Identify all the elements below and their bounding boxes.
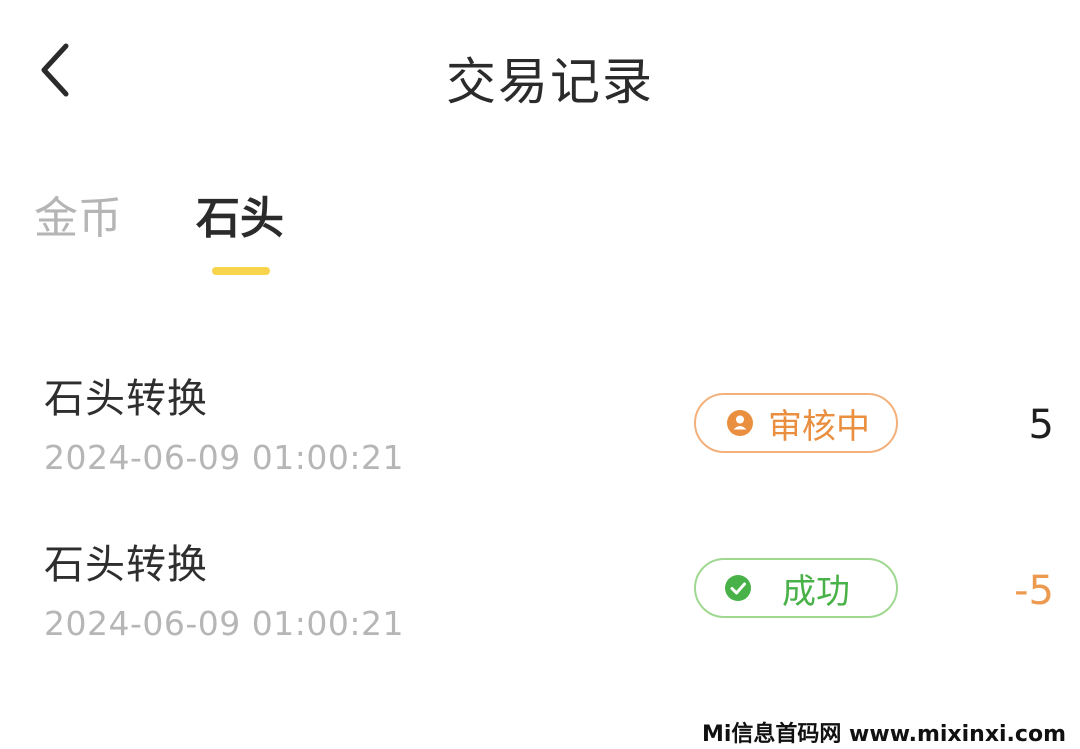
tab-gold-coins[interactable]: 金币: [34, 182, 122, 246]
header-bar: 交易记录: [0, 0, 1080, 150]
list-item[interactable]: 石头转换 2024-06-09 01:00:21 审核中 5: [0, 366, 1080, 506]
status-text: 成功: [782, 571, 850, 612]
status-text: 审核中: [768, 406, 870, 447]
check-circle-icon: [724, 574, 752, 602]
record-amount: -5: [1014, 568, 1054, 614]
record-title: 石头转换: [44, 542, 208, 588]
status-badge: 审核中: [694, 393, 898, 453]
list-item[interactable]: 石头转换 2024-06-09 01:00:21 成功 -5: [0, 532, 1080, 672]
page-title: 交易记录: [446, 53, 654, 111]
active-tab-indicator: [212, 267, 270, 275]
record-title: 石头转换: [44, 376, 208, 422]
tab-stones[interactable]: 石头: [196, 182, 284, 246]
status-badge: 成功: [694, 558, 898, 618]
watermark: Mi信息首码网 www.mixinxi.com: [697, 721, 1070, 749]
record-amount: 5: [1028, 402, 1054, 448]
record-time: 2024-06-09 01:00:21: [44, 438, 404, 477]
pending-user-icon: [726, 409, 754, 437]
record-time: 2024-06-09 01:00:21: [44, 604, 404, 643]
tab-bar: 金币 石头: [0, 170, 1080, 290]
